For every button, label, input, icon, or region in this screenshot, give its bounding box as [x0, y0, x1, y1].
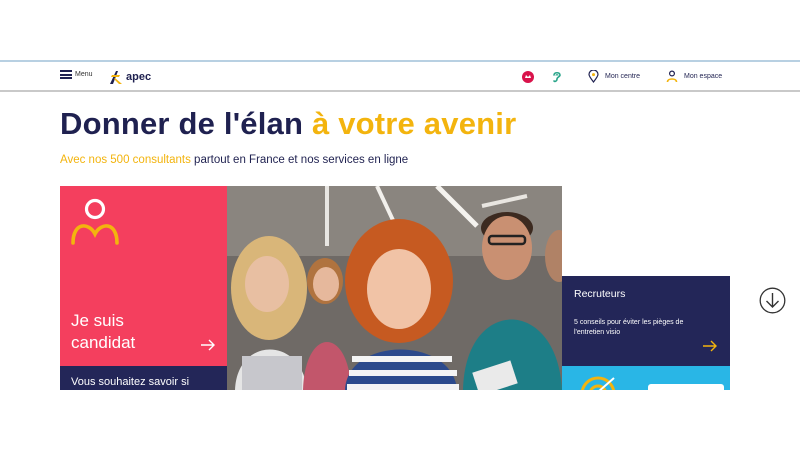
- mon-espace-link[interactable]: Mon espace: [666, 70, 722, 83]
- logo-text: apec: [126, 71, 152, 83]
- candidate-strip: Vous souhaitez savoir si: [60, 366, 227, 390]
- hero-banner: Je suis candidat Vous souhaitez savoir s…: [60, 186, 562, 390]
- candidate-title: Je suis candidat: [71, 311, 136, 352]
- map-pin-icon: [588, 70, 599, 83]
- arrow-right-icon: [703, 340, 717, 352]
- page-subtitle: Avec nos 500 consultants partout en Fran…: [60, 154, 408, 166]
- menu-label: Menu: [75, 71, 93, 78]
- hamburger-icon: [60, 70, 72, 79]
- mon-centre-label: Mon centre: [605, 73, 641, 80]
- subtitle-accent: Avec nos 500 consultants: [60, 154, 191, 166]
- title-main: Donner de l'élan: [60, 106, 312, 141]
- mon-centre-link[interactable]: Mon centre: [588, 70, 640, 83]
- user-icon: [666, 70, 678, 83]
- hero-photo-group-smiling: [227, 186, 562, 390]
- language-flag-icon[interactable]: [521, 70, 535, 84]
- apec-logo-icon: [110, 71, 122, 84]
- candidate-card[interactable]: Je suis candidat: [60, 186, 227, 366]
- subtitle-rest: partout en France et nos services en lig…: [190, 154, 409, 166]
- recruiter-description: 5 conseils pour éviter les pièges de l'e…: [574, 319, 684, 336]
- recruiter-title: Recruteurs: [574, 288, 626, 300]
- apec-logo[interactable]: apec: [108, 69, 151, 85]
- hearing-accessibility-icon[interactable]: [550, 70, 564, 84]
- menu-button[interactable]: Menu: [60, 70, 93, 79]
- arrow-right-icon: [201, 339, 215, 351]
- candidate-person-icon: [71, 198, 119, 245]
- recruiter-card[interactable]: Recruteurs 5 conseils pour éviter les pi…: [562, 276, 730, 366]
- promo-white-panel: [648, 384, 724, 390]
- site-header: Menu apec Mon centre Mon espace: [0, 62, 800, 92]
- target-illustration-icon: [581, 376, 615, 390]
- title-accent: à votre avenir: [311, 106, 517, 141]
- mon-espace-label: Mon espace: [684, 73, 723, 80]
- candidate-strip-text: Vous souhaitez savoir si: [71, 376, 190, 388]
- scroll-down-icon[interactable]: [759, 287, 786, 314]
- secondary-promo-card[interactable]: [562, 366, 730, 390]
- page-title: Donner de l'élan à votre avenir: [60, 106, 516, 142]
